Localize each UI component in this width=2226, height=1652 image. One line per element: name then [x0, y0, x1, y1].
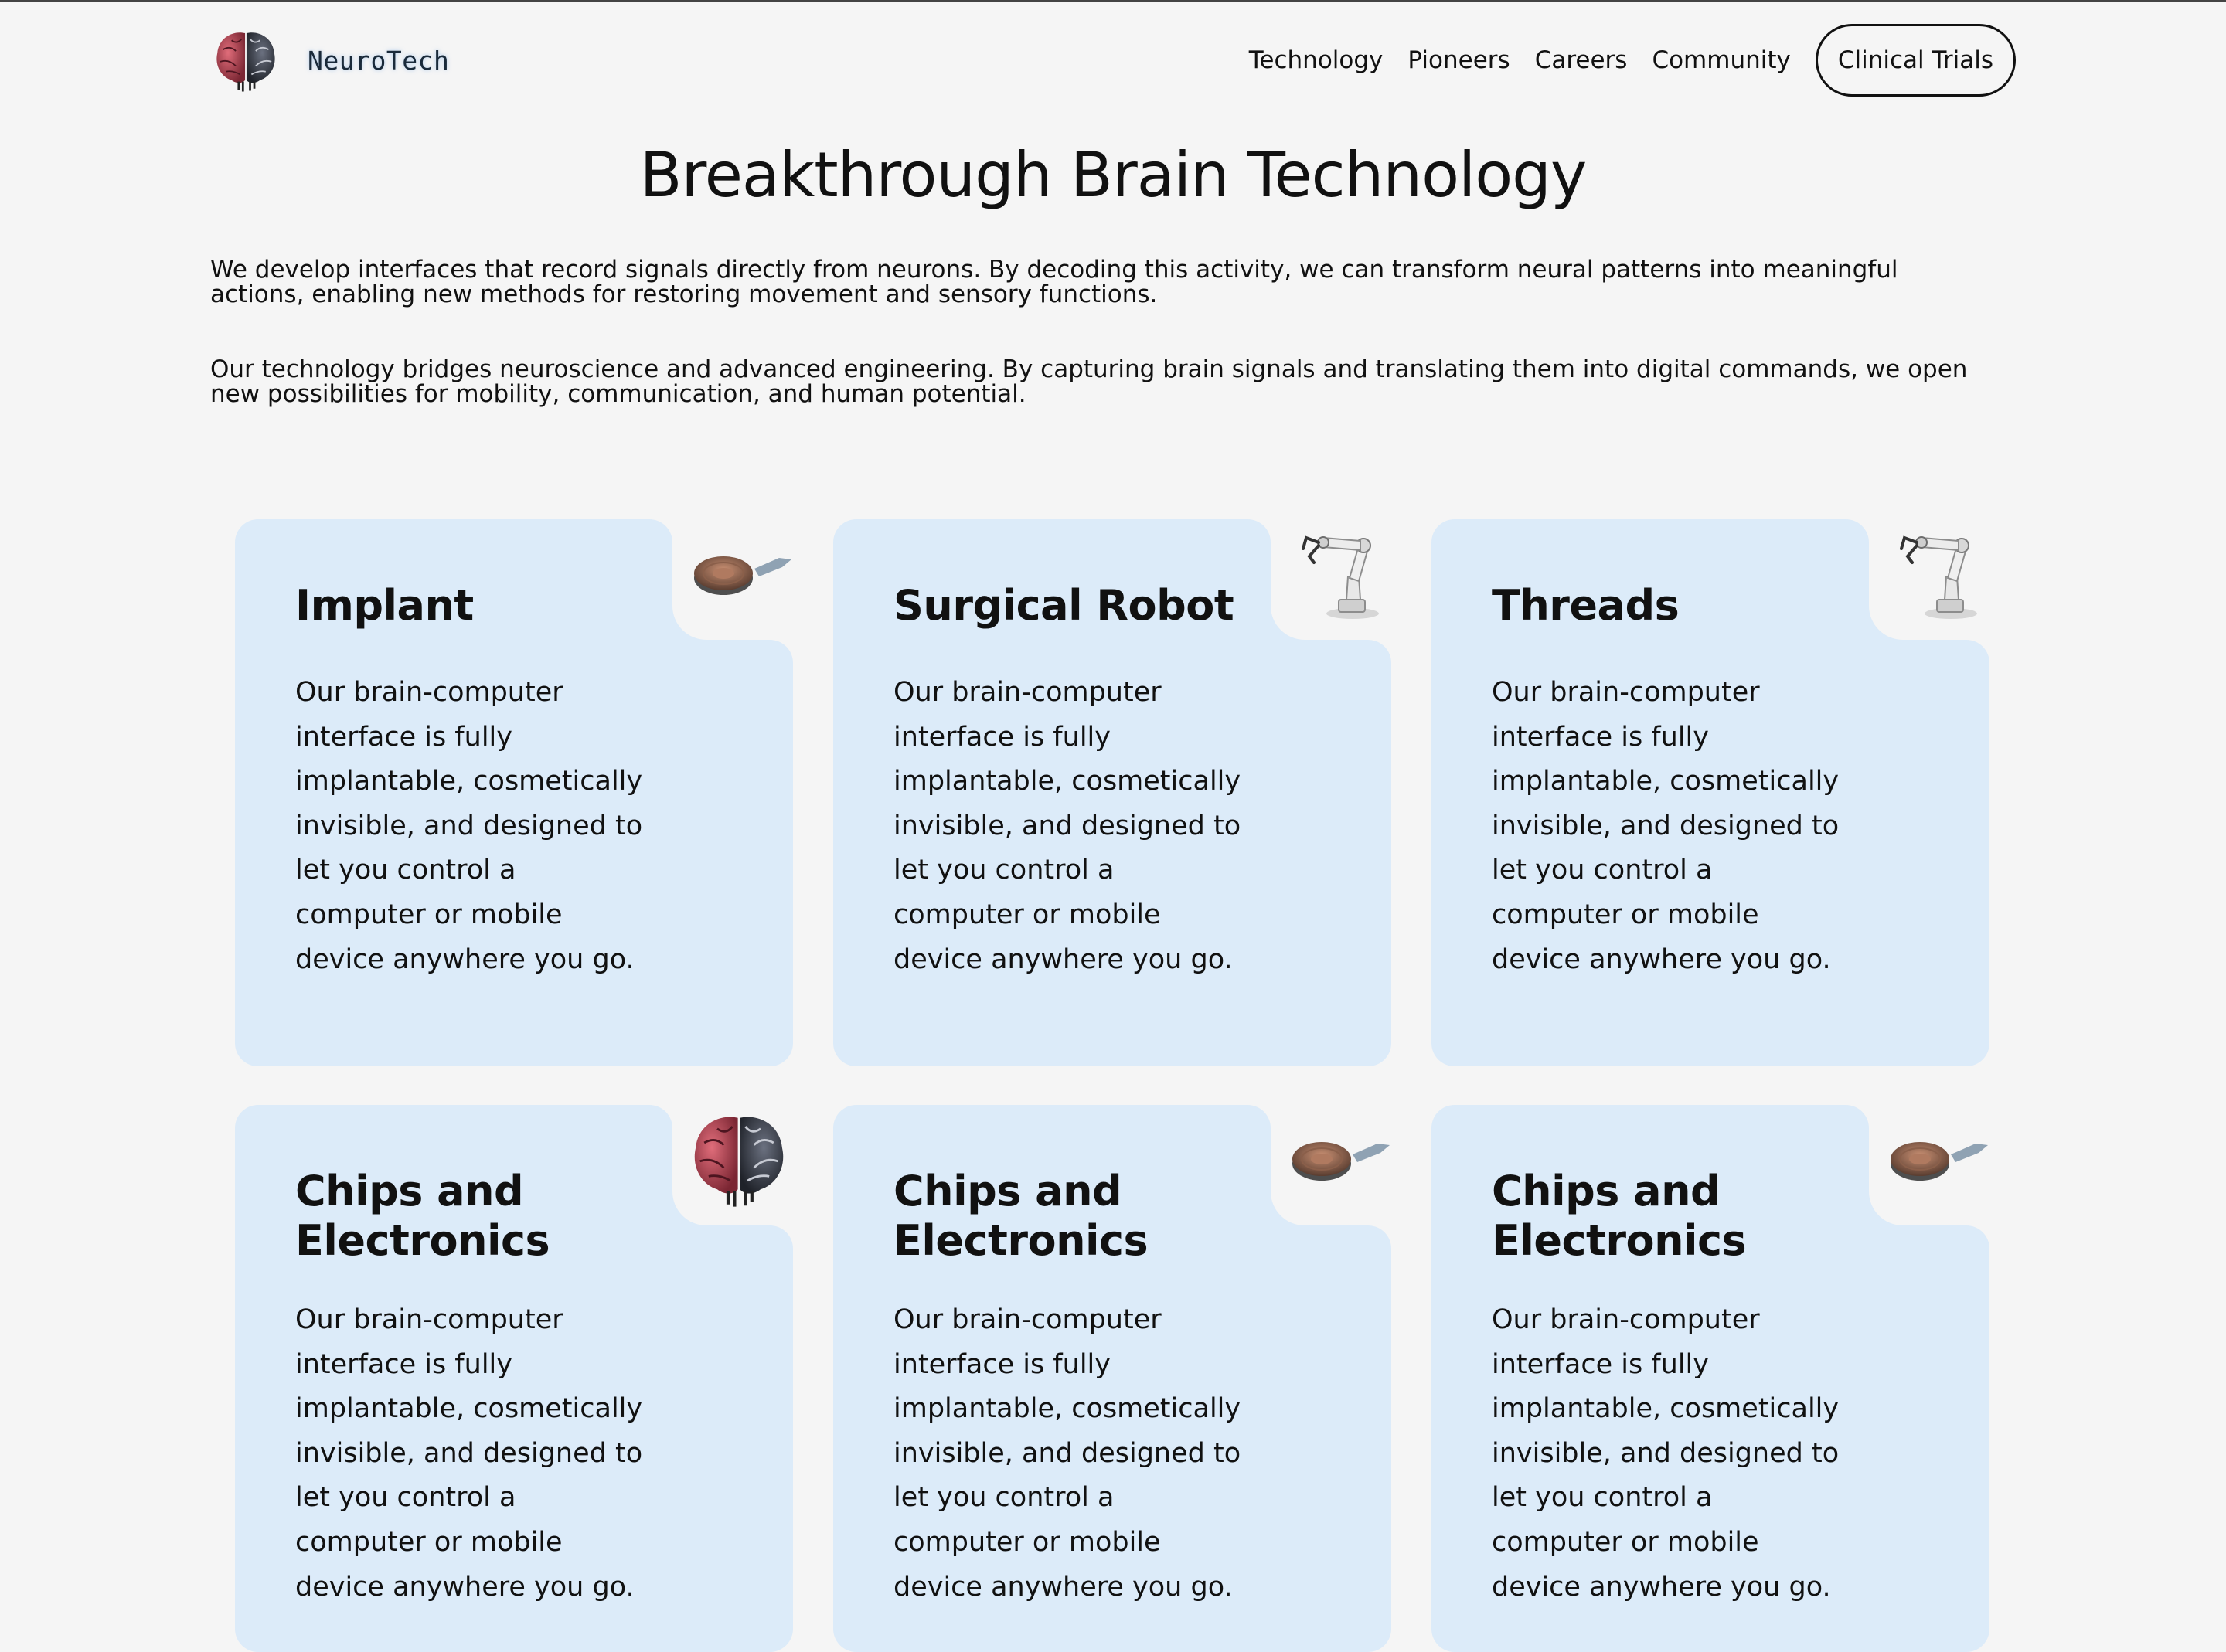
top-border [0, 0, 2226, 2]
card-description: Our brain-computer interface is fully im… [295, 677, 643, 975]
card-title: Chips and Electronics [1492, 1167, 1747, 1265]
brain-icon [685, 1105, 793, 1213]
card-title: Chips and Electronics [893, 1167, 1149, 1265]
card-description: Our brain-computer interface is fully im… [893, 677, 1241, 975]
main-nav: Technology Pioneers Careers Community Cl… [1249, 24, 2016, 97]
card-description: Our brain-computer interface is fully im… [893, 1304, 1241, 1603]
robot-arm-icon [1900, 535, 1979, 620]
intro-paragraph: We develop interfaces that record signal… [210, 256, 1898, 308]
card-title: Surgical Robot [893, 581, 1234, 630]
card-description: Our brain-computer interface is fully im… [1492, 1304, 1840, 1603]
implant-icon [693, 556, 792, 596]
nav-link-careers[interactable]: Careers [1535, 46, 1628, 74]
intro-paragraph: Our technology bridges neuroscience and … [210, 355, 1968, 408]
card-title: Threads [1492, 581, 1680, 630]
implant-icon [1292, 1141, 1390, 1181]
implant-icon [1890, 1141, 1989, 1181]
card-threads[interactable]: Threads Our brain-computer interface is … [1431, 519, 1989, 1066]
nav-link-pioneers[interactable]: Pioneers [1407, 46, 1510, 74]
card-implant[interactable]: Implant Our brain-computer interface is … [235, 519, 793, 1066]
card-chips-and-electronics[interactable]: Chips and Electronics Our brain-computer… [235, 1105, 793, 1652]
card-description: Our brain-computer interface is fully im… [1492, 677, 1840, 975]
clinical-trials-button[interactable]: Clinical Trials [1815, 24, 2016, 97]
page-title: Breakthrough Brain Technology [639, 139, 1588, 211]
site-header: NeuroTech Technology Pioneers Careers Co… [210, 23, 2016, 97]
brand-name: NeuroTech [308, 45, 450, 76]
brand[interactable]: NeuroTech [210, 25, 449, 96]
card-description: Our brain-computer interface is fully im… [295, 1304, 643, 1603]
card-title: Implant [295, 581, 474, 630]
card-title: Chips and Electronics [295, 1167, 550, 1265]
card-surgical-robot[interactable]: Surgical Robot Our brain-computer interf… [833, 519, 1391, 1066]
card-chips-and-electronics[interactable]: Chips and Electronics Our brain-computer… [833, 1105, 1391, 1652]
nav-link-community[interactable]: Community [1652, 46, 1790, 74]
robot-arm-icon [1302, 535, 1380, 620]
nav-link-technology[interactable]: Technology [1249, 46, 1384, 74]
brain-icon [210, 25, 281, 96]
card-chips-and-electronics[interactable]: Chips and Electronics Our brain-computer… [1431, 1105, 1989, 1652]
